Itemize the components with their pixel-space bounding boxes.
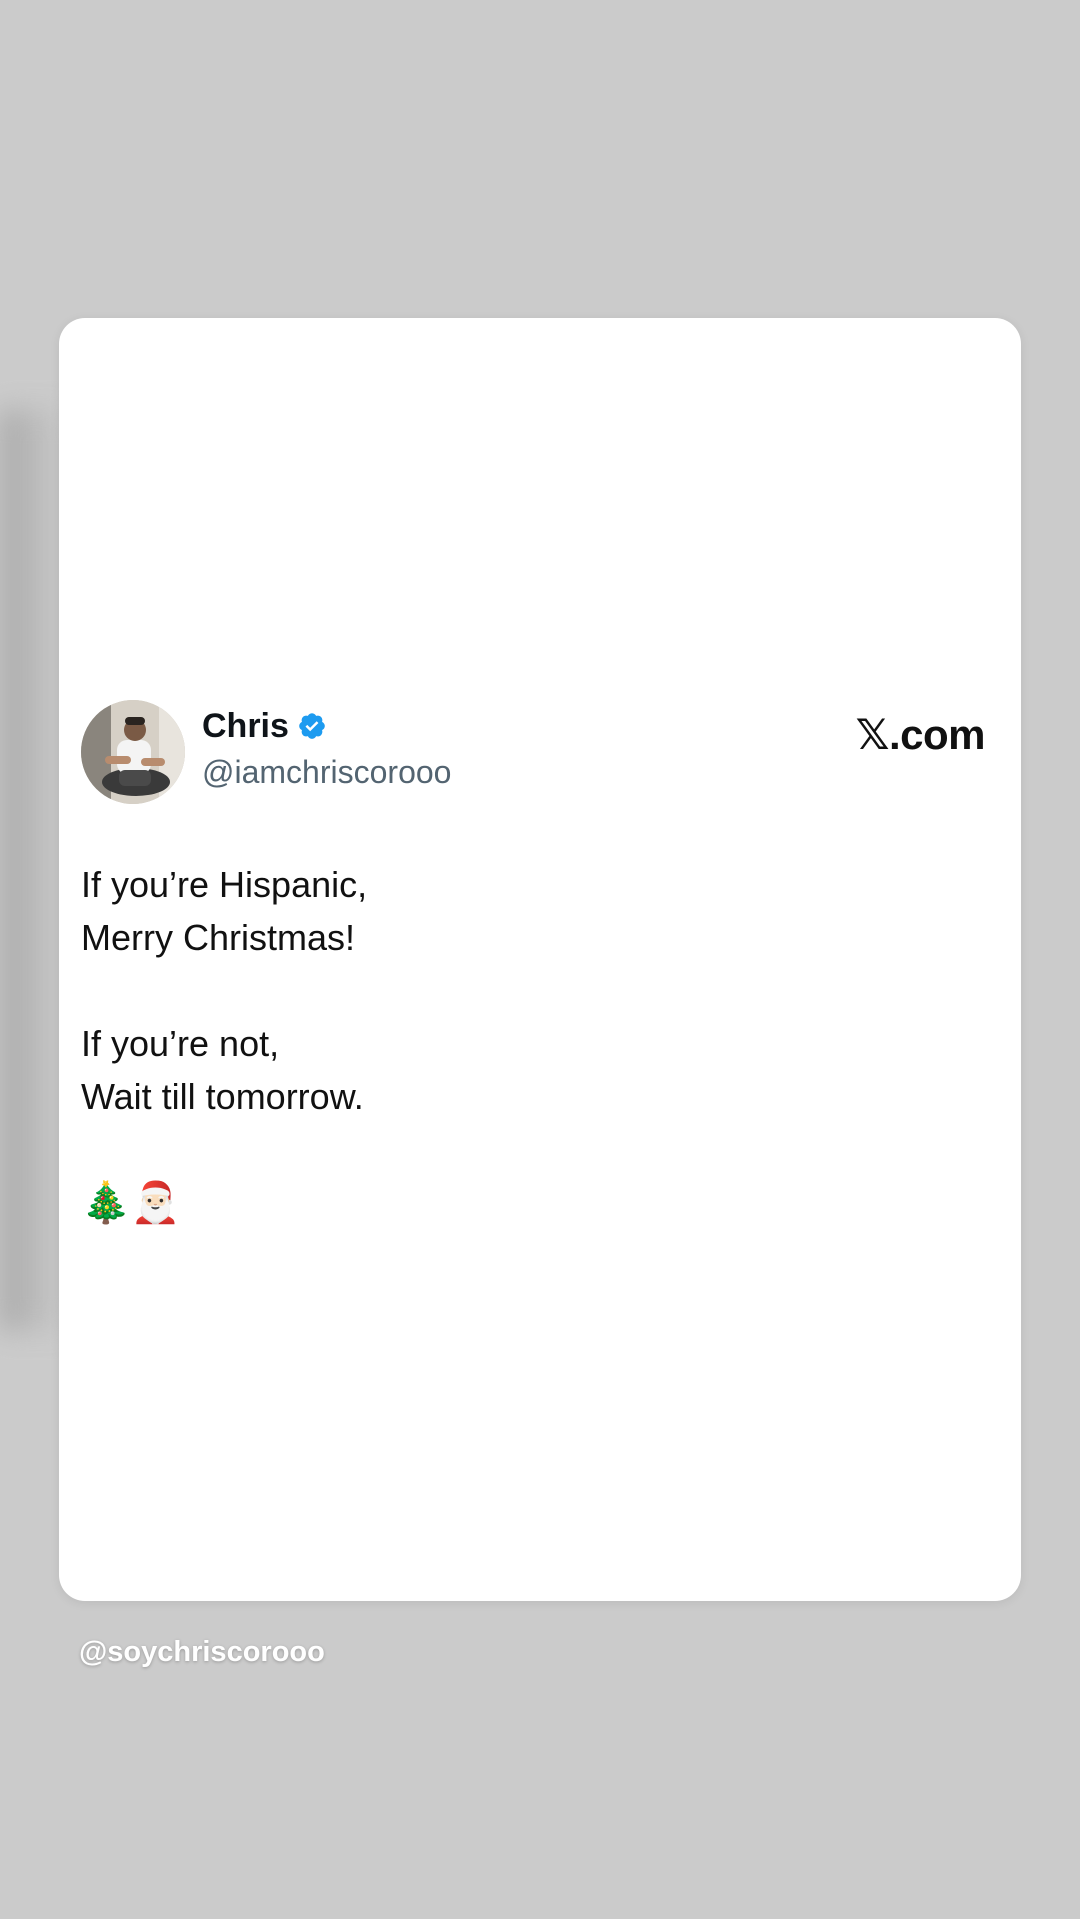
tweet-card: Chris @iamchriscorooo 𝕏.com If you’re Hi… bbox=[59, 318, 1021, 1601]
tweet-text: If you’re Hispanic, Merry Christmas! If … bbox=[81, 858, 981, 1123]
avatar[interactable] bbox=[81, 700, 185, 804]
author-name-row[interactable]: Chris bbox=[202, 706, 327, 746]
author-name[interactable]: Chris bbox=[202, 706, 289, 746]
watermark-handle: @soychriscorooo bbox=[79, 1636, 325, 1668]
tweet-line: If you’re Hispanic, bbox=[81, 864, 368, 905]
avatar-photo bbox=[81, 700, 185, 804]
author-handle[interactable]: @iamchriscorooo bbox=[202, 752, 451, 792]
tweet-line: Wait till tomorrow. bbox=[81, 1076, 364, 1117]
tweet-line: Merry Christmas! bbox=[81, 917, 356, 958]
tweet-line: If you’re not, bbox=[81, 1023, 280, 1064]
x-logo[interactable]: 𝕏.com bbox=[856, 710, 986, 760]
tweet-emojis: 🎄🎅🏻 bbox=[81, 1181, 181, 1225]
verified-badge-icon bbox=[299, 713, 325, 739]
